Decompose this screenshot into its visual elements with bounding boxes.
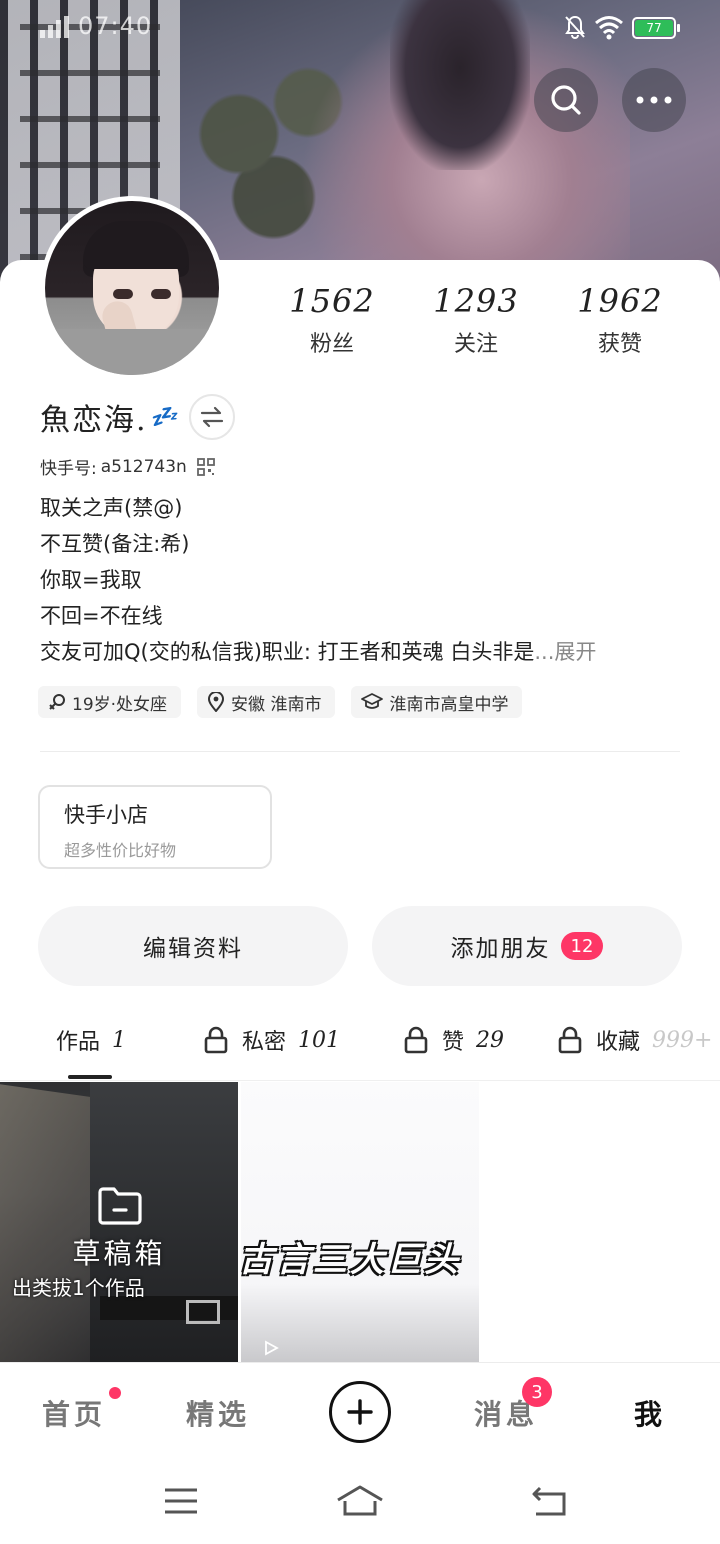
home-icon[interactable] (336, 1484, 384, 1518)
avatar[interactable] (40, 196, 224, 380)
edit-profile-button[interactable]: 编辑资料 (38, 906, 348, 986)
sleep-emoji: 💤 (149, 404, 177, 430)
bio-line-last: 交友可加Q(交的私信我)职业: 打王者和英魂 白头非是...展开 (40, 636, 680, 672)
tab-works[interactable]: 作品 1 (56, 1024, 126, 1056)
tag-age[interactable]: 19岁·处女座 (38, 686, 182, 718)
tab-count: 999+ (652, 1027, 713, 1053)
edit-profile-label: 编辑资料 (143, 936, 243, 962)
bio-expand-link[interactable]: ...展开 (534, 640, 596, 664)
tab-label: 收藏 (596, 1030, 641, 1055)
tab-count: 29 (476, 1027, 505, 1053)
home-red-dot (109, 1387, 121, 1399)
bottom-nav: 首页 精选 消息 3 我 (0, 1362, 720, 1458)
profile-name: 魚恋海. (40, 403, 148, 438)
drafts-subtitle: 出类拔1个作品 (12, 1276, 145, 1300)
avatar-image (45, 201, 219, 375)
signal-icon (40, 16, 72, 38)
tab-count: 101 (298, 1027, 341, 1053)
add-friend-button[interactable]: 添加朋友 12 (372, 906, 682, 986)
stat-value: 1562 (289, 282, 375, 320)
swap-arrows-icon (200, 406, 224, 428)
stat-followers[interactable]: 1562 粉丝 (272, 282, 392, 358)
tag-school[interactable]: 淮南市高皇中学 (351, 686, 523, 718)
mute-bell-icon (565, 15, 585, 39)
tab-label: 作品 (56, 1030, 101, 1055)
kuaishou-id-row[interactable]: 快手号: a512743n (40, 454, 215, 479)
menu-icon[interactable] (163, 1484, 199, 1518)
tab-count: 1 (112, 1027, 127, 1053)
qr-code-icon[interactable] (196, 457, 215, 476)
shop-subtitle: 超多性价比好物 (64, 841, 177, 860)
shop-title: 快手小店 (64, 803, 148, 827)
divider (40, 751, 680, 752)
tab-private[interactable]: 私密 101 (204, 1024, 340, 1056)
kuaishou-id: a512743n (100, 456, 187, 477)
battery-icon: 77 (632, 17, 680, 39)
status-bar: 07:40 77 (0, 0, 720, 54)
plus-icon (347, 1399, 373, 1425)
bio: 取关之声(禁@) 不互赞(备注:希) 你取=我取 不回=不在线 交友可加Q(交的… (40, 492, 680, 672)
stat-following[interactable]: 1293 关注 (416, 282, 536, 358)
stat-label: 获赞 (597, 332, 642, 357)
add-friend-label: 添加朋友 (450, 936, 551, 962)
kuaishou-id-label: 快手号: (40, 459, 97, 479)
tab-label: 私密 (242, 1030, 287, 1055)
switch-account-button[interactable] (188, 394, 235, 440)
status-time: 07:40 (78, 12, 153, 40)
more-dots-icon (636, 96, 672, 104)
folder-icon (98, 1187, 142, 1225)
video-tile[interactable]: 古言三大巨头 (241, 1082, 479, 1362)
create-button[interactable] (329, 1381, 391, 1443)
stat-value: 1962 (577, 282, 663, 320)
stat-label: 粉丝 (309, 332, 354, 357)
search-button[interactable] (534, 68, 598, 132)
lock-icon (404, 1026, 428, 1054)
tag-location[interactable]: 安徽 淮南市 (197, 686, 336, 718)
wifi-icon (595, 16, 623, 40)
location-icon (208, 692, 225, 712)
video-caption: 古言三大巨头 (241, 1240, 461, 1280)
bio-line: 取关之声(禁@) (40, 496, 183, 520)
stat-value: 1293 (433, 282, 519, 320)
tabs-divider (0, 1080, 720, 1081)
nav-home[interactable]: 首页 (42, 1393, 106, 1433)
tag-text: 19岁·处女座 (72, 694, 168, 715)
messages-badge: 3 (522, 1377, 552, 1407)
drafts-title: 草稿箱 (72, 1237, 166, 1270)
system-nav-bar (0, 1458, 720, 1544)
bio-line: 交友可加Q(交的私信我)职业: 打王者和英魂 白头非是 (40, 640, 535, 664)
content-tabs: 作品 1 私密 101 赞 29 收藏 999+ (0, 1016, 720, 1080)
search-icon (551, 85, 581, 115)
nav-me[interactable]: 我 (634, 1393, 666, 1433)
nav-featured[interactable]: 精选 (186, 1393, 250, 1433)
tag-text: 淮南市高皇中学 (389, 694, 509, 715)
stat-label: 关注 (453, 332, 498, 357)
tab-label: 赞 (442, 1030, 465, 1055)
bio-line: 不回=不在线 (40, 604, 163, 628)
profile-tags: 19岁·处女座 安徽 淮南市 淮南市高皇中学 (38, 686, 523, 718)
back-icon[interactable] (530, 1484, 568, 1518)
lock-icon (558, 1026, 582, 1054)
name-row: 魚恋海. 💤 (40, 394, 235, 440)
kuaishou-shop-card[interactable]: 快手小店 超多性价比好物 (38, 785, 272, 869)
active-tab-indicator (68, 1075, 112, 1079)
school-icon (361, 693, 384, 709)
add-friend-badge: 12 (560, 932, 604, 960)
drafts-tile[interactable]: 草稿箱 出类拔1个作品 (0, 1082, 238, 1362)
play-icon (265, 1340, 279, 1356)
stat-likes[interactable]: 1962 获赞 (560, 282, 680, 358)
lock-icon (204, 1026, 228, 1054)
tab-favorites[interactable]: 收藏 999+ (558, 1024, 712, 1056)
bio-line: 你取=我取 (40, 568, 142, 592)
tag-text: 安徽 淮南市 (231, 694, 322, 715)
more-button[interactable] (622, 68, 686, 132)
works-grid: 草稿箱 出类拔1个作品 古言三大巨头 (0, 1082, 720, 1362)
battery-level: 77 (635, 20, 673, 36)
tab-liked[interactable]: 赞 29 (404, 1024, 504, 1056)
female-icon (49, 694, 65, 710)
bio-line: 不互赞(备注:希) (40, 532, 190, 556)
